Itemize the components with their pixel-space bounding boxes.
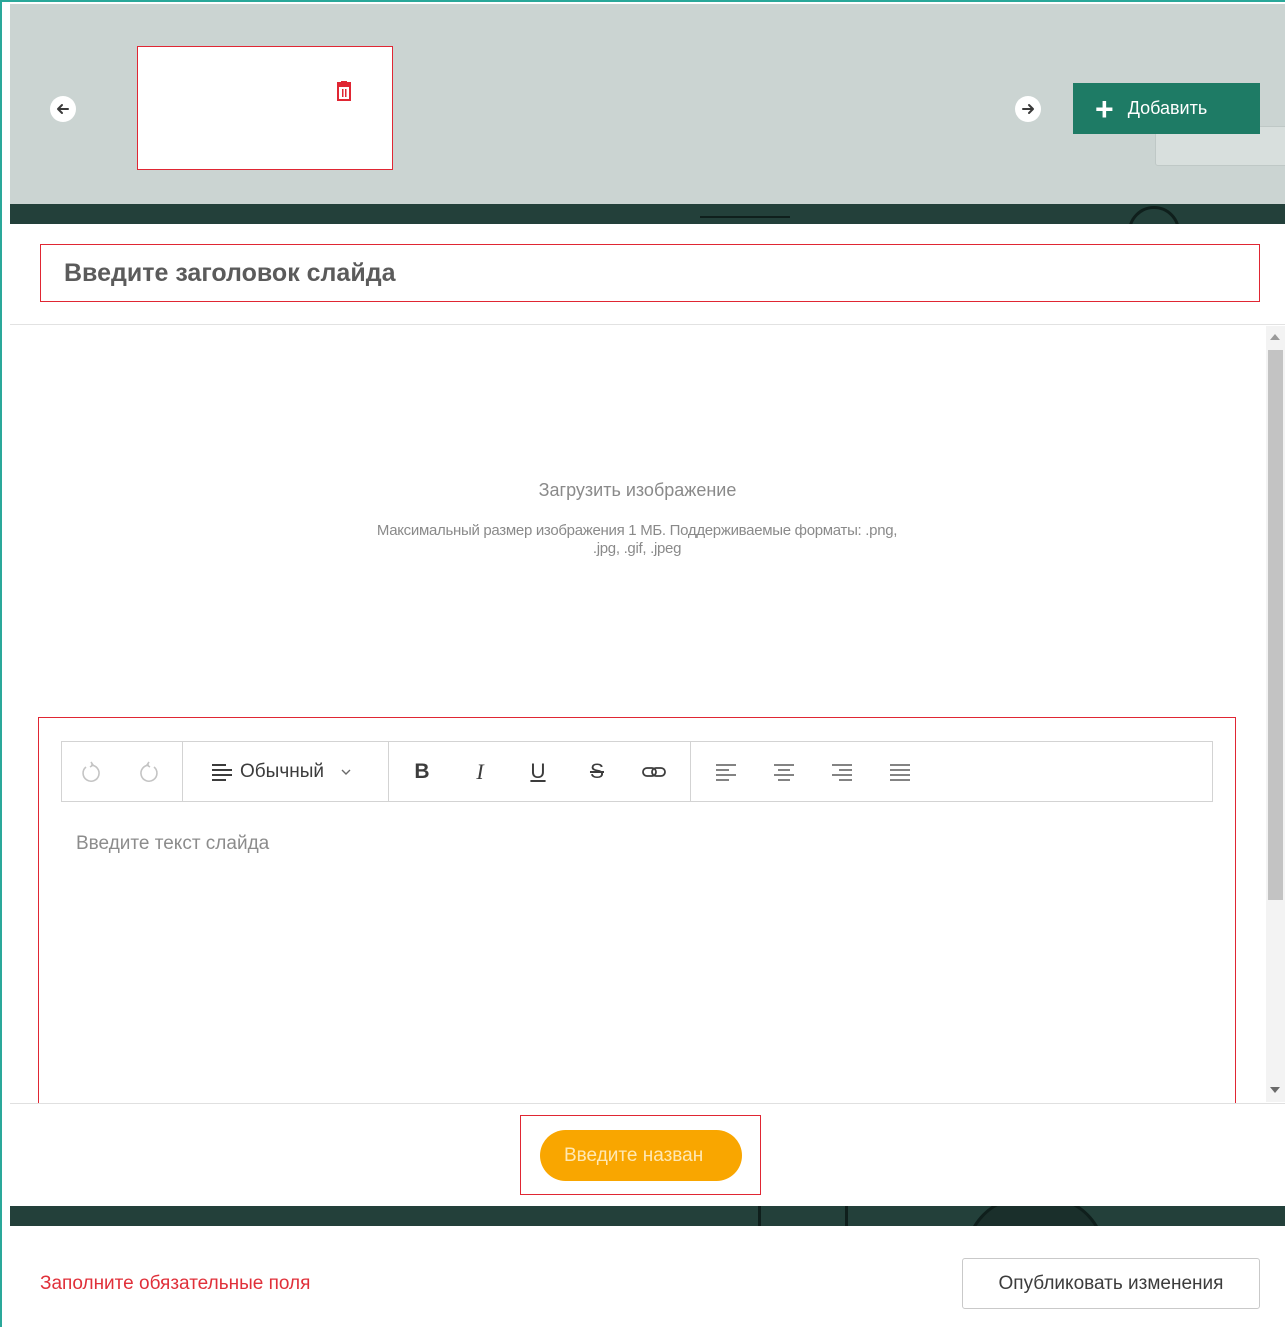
slide-background-strip-top [10, 204, 1285, 224]
align-left-icon [716, 764, 736, 781]
align-justify-icon [890, 764, 910, 781]
add-slide-label: Добавить [1127, 98, 1208, 118]
background-line [845, 1206, 848, 1226]
undo-button[interactable] [76, 742, 106, 802]
link-button[interactable] [640, 742, 668, 802]
align-center-button[interactable] [772, 742, 796, 802]
align-right-icon [832, 764, 852, 781]
link-icon [642, 767, 666, 777]
bold-icon: B [414, 760, 430, 783]
scroll-up-icon[interactable] [1270, 334, 1280, 340]
delete-slide-button[interactable] [334, 81, 354, 103]
redo-icon [140, 761, 158, 782]
add-slide-button[interactable]: + Добавить [1073, 83, 1260, 134]
slide-button-name-input[interactable]: Введите назван [540, 1130, 742, 1181]
slide-text-placeholder[interactable]: Введите текст слайда [76, 833, 269, 855]
slide-background-strip-bottom [10, 1206, 1285, 1226]
toolbar-separator [388, 742, 389, 802]
format-select[interactable]: Обычный [210, 742, 380, 802]
slide-title-input[interactable]: Введите заголовок слайда [40, 244, 1260, 302]
underline-icon: U [530, 760, 546, 783]
scrollbar-thumb[interactable] [1268, 350, 1283, 900]
format-select-value: Обычный [240, 761, 324, 782]
align-justify-button[interactable] [888, 742, 912, 802]
chevron-down-icon [341, 769, 351, 775]
align-center-icon [774, 764, 794, 781]
italic-button[interactable]: I [468, 742, 492, 802]
align-right-button[interactable] [830, 742, 854, 802]
strikethrough-icon: S [589, 760, 604, 783]
scroll-down-icon[interactable] [1270, 1087, 1280, 1093]
slide-button-placeholder: Введите назван [564, 1144, 704, 1166]
plus-icon: + [1095, 90, 1114, 127]
slide-title-placeholder: Введите заголовок слайда [64, 258, 396, 287]
background-line [700, 216, 790, 218]
bold-button[interactable]: B [410, 742, 434, 802]
upload-image-link[interactable]: Загрузить изображение [0, 480, 1275, 501]
divider [10, 324, 1285, 325]
italic-icon: I [476, 759, 484, 784]
align-left-button[interactable] [714, 742, 738, 802]
arrow-left-icon [57, 104, 69, 114]
editor-toolbar: Обычный B I U S [61, 741, 1213, 802]
upload-hint: Максимальный размер изображения 1 МБ. По… [376, 522, 898, 557]
strikethrough-button[interactable]: S [584, 742, 610, 802]
background-shape [1128, 206, 1180, 224]
publish-button[interactable]: Опубликовать изменения [962, 1258, 1260, 1309]
trash-icon [337, 81, 351, 101]
required-fields-warning: Заполните обязательные поля [40, 1273, 311, 1294]
prev-slide-button[interactable] [50, 96, 76, 122]
background-line [758, 1206, 761, 1226]
redo-button[interactable] [134, 742, 164, 802]
toolbar-separator [182, 742, 183, 802]
paragraph-icon [212, 764, 232, 781]
publish-button-label: Опубликовать изменения [998, 1272, 1224, 1294]
next-slide-button[interactable] [1015, 96, 1041, 122]
toolbar-separator [690, 742, 691, 802]
undo-icon [82, 761, 100, 782]
arrow-right-icon [1022, 104, 1034, 114]
background-shape [965, 1206, 1106, 1226]
slide-thumbnail[interactable] [137, 46, 393, 170]
underline-button[interactable]: U [526, 742, 550, 802]
